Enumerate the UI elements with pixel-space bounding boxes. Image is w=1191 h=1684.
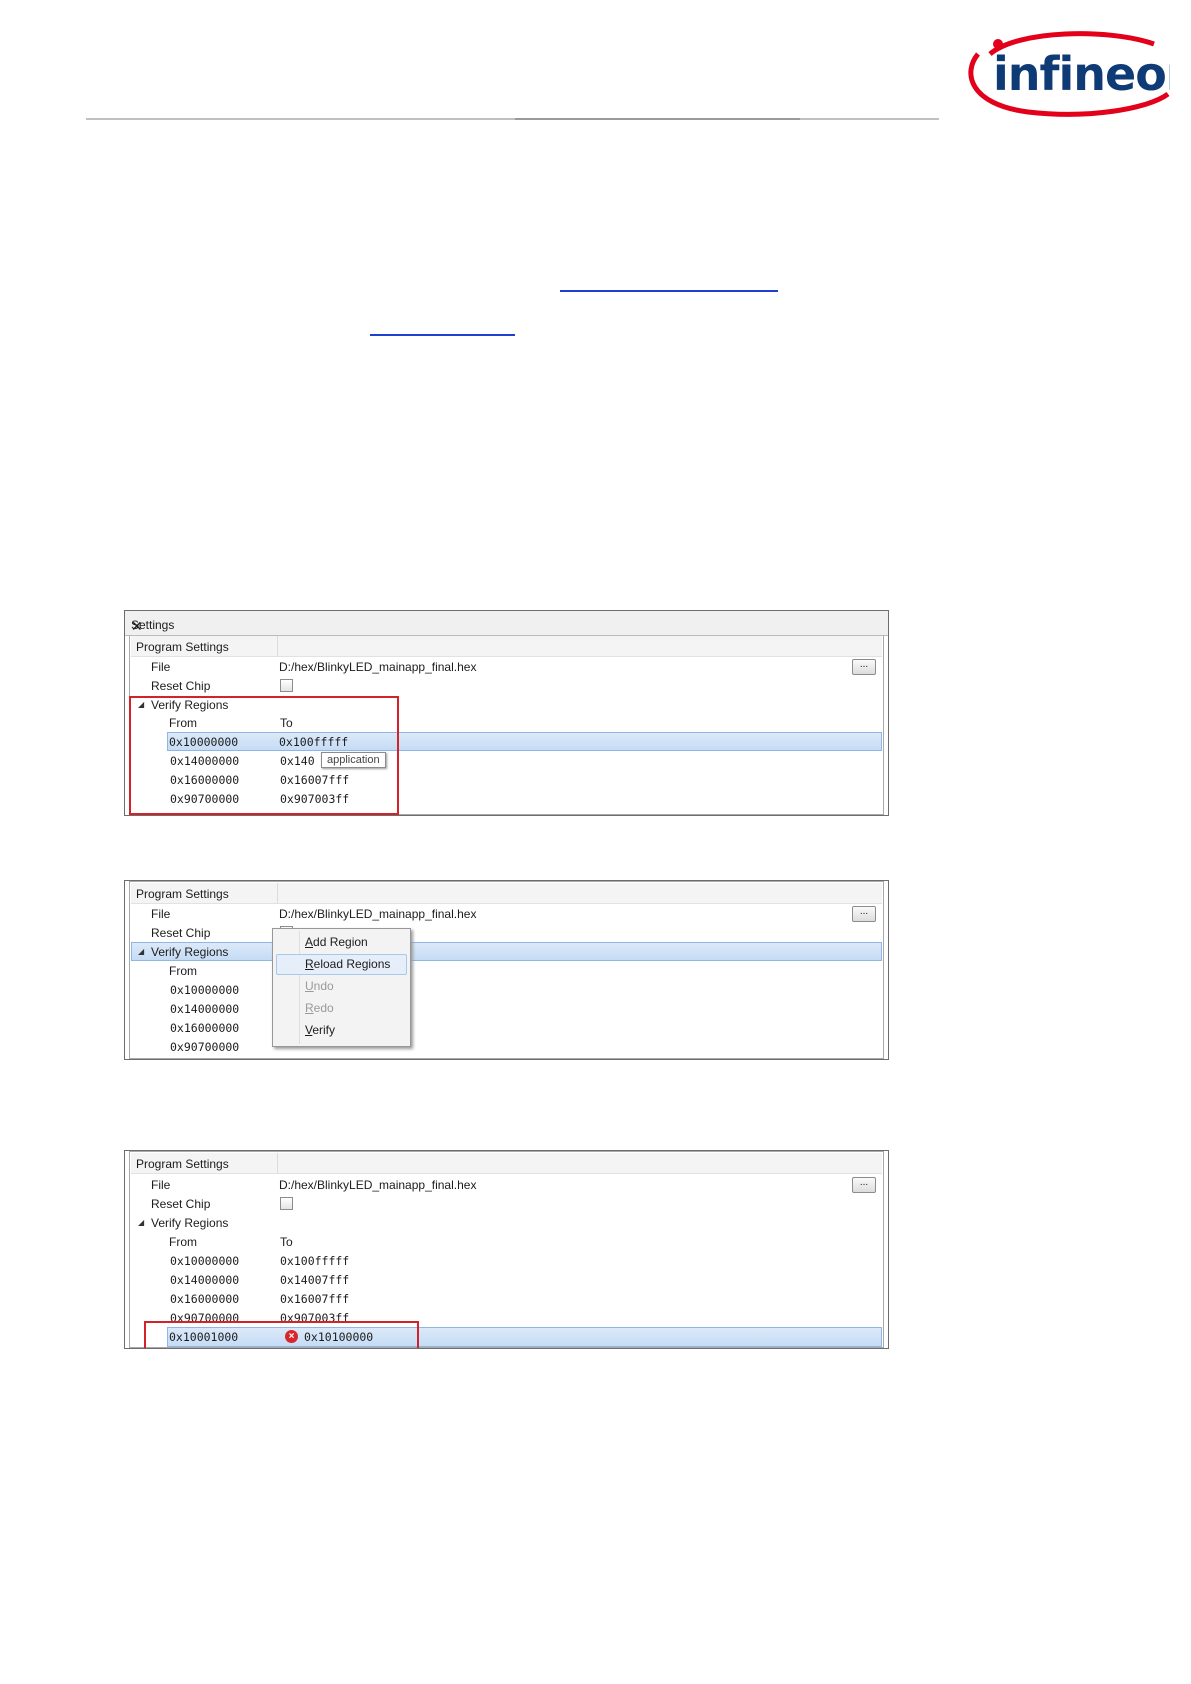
file-row: File D:/hex/BlinkyLED_mainapp_final.hex … xyxy=(131,1175,882,1194)
settings-title-bar: Settings ✕ xyxy=(125,611,888,636)
region-row[interactable]: 0x14000000 0x14007fff xyxy=(131,1270,882,1289)
menu-item-undo[interactable]: Undo xyxy=(305,979,334,993)
section-title: Program Settings xyxy=(136,640,229,654)
program-settings-header: Program Settings xyxy=(131,636,882,657)
collapse-triangle-icon[interactable]: ◢ xyxy=(138,947,144,956)
reset-chip-checkbox[interactable] xyxy=(280,1197,293,1210)
browse-button[interactable]: ... xyxy=(852,1177,876,1193)
file-path[interactable]: D:/hex/BlinkyLED_mainapp_final.hex xyxy=(279,660,476,674)
reset-chip-label: Reset Chip xyxy=(151,679,211,693)
region-from[interactable]: 0x14000000 xyxy=(170,1002,239,1016)
program-settings-header: Program Settings xyxy=(131,1153,882,1174)
reset-chip-row: Reset Chip xyxy=(131,923,882,942)
region-row[interactable]: 0x10000000 0x100fffff xyxy=(131,1251,882,1270)
region-to[interactable]: 0x100fffff xyxy=(280,1254,349,1268)
file-row: File D:/hex/BlinkyLED_mainapp_final.hex … xyxy=(131,904,882,923)
from-header: From xyxy=(169,964,197,978)
file-label: File xyxy=(151,660,171,674)
region-row[interactable]: 0x14000000 xyxy=(131,999,882,1018)
highlight-box xyxy=(144,1321,419,1348)
logo-text: infineon xyxy=(993,47,1170,101)
section-title: Program Settings xyxy=(136,1157,229,1171)
hyperlink-underline-1[interactable] xyxy=(560,290,778,292)
highlight-box xyxy=(129,696,399,815)
region-row[interactable]: 0x90700000 xyxy=(131,1037,882,1056)
section-title: Program Settings xyxy=(136,887,229,901)
regions-header-row: From To xyxy=(131,1232,882,1251)
region-to[interactable]: 0x14007fff xyxy=(280,1273,349,1287)
settings-panel-2: Program Settings File D:/hex/BlinkyLED_m… xyxy=(124,880,889,1060)
region-from[interactable]: 0x10000000 xyxy=(170,1254,239,1268)
reset-chip-checkbox[interactable] xyxy=(280,679,293,692)
file-path[interactable]: D:/hex/BlinkyLED_mainapp_final.hex xyxy=(279,907,476,921)
infineon-logo: infineon xyxy=(968,31,1170,117)
region-from[interactable]: 0x90700000 xyxy=(170,1040,239,1054)
verify-regions-row-selected[interactable]: ◢ Verify Regions xyxy=(131,942,882,961)
reset-chip-row: Reset Chip xyxy=(131,676,882,695)
menu-item-add-region[interactable]: Add Region xyxy=(305,935,368,949)
browse-button[interactable]: ... xyxy=(852,659,876,675)
file-row: File D:/hex/BlinkyLED_mainapp_final.hex … xyxy=(131,657,882,676)
region-row[interactable]: 0x16000000 0x16007fff xyxy=(131,1289,882,1308)
to-header: To xyxy=(280,1235,293,1249)
context-menu: Add Region Reload Regions Undo Redo Veri… xyxy=(272,928,411,1047)
browse-button[interactable]: ... xyxy=(852,906,876,922)
region-from[interactable]: 0x14000000 xyxy=(170,1273,239,1287)
verify-regions-row[interactable]: ◢ Verify Regions xyxy=(131,1213,882,1232)
region-from[interactable]: 0x16000000 xyxy=(170,1021,239,1035)
regions-header-row: From xyxy=(131,961,882,980)
menu-item-redo[interactable]: Redo xyxy=(305,1001,334,1015)
region-from[interactable]: 0x10000000 xyxy=(170,983,239,997)
reset-chip-label: Reset Chip xyxy=(151,926,211,940)
region-to[interactable]: 0x16007fff xyxy=(280,1292,349,1306)
header-rule xyxy=(86,118,939,120)
region-row[interactable]: 0x16000000 xyxy=(131,1018,882,1037)
region-row[interactable]: 0x10000000 xyxy=(131,980,882,999)
menu-item-verify[interactable]: Verify xyxy=(305,1023,335,1037)
menu-item-reload-regions[interactable]: Reload Regions xyxy=(305,957,390,971)
collapse-triangle-icon[interactable]: ◢ xyxy=(138,1218,144,1227)
hyperlink-underline-2[interactable] xyxy=(370,334,515,336)
close-icon[interactable]: ✕ xyxy=(131,618,882,635)
verify-regions-label: Verify Regions xyxy=(151,1216,229,1230)
reset-chip-label: Reset Chip xyxy=(151,1197,211,1211)
file-label: File xyxy=(151,907,171,921)
verify-regions-label: Verify Regions xyxy=(151,945,229,959)
file-path[interactable]: D:/hex/BlinkyLED_mainapp_final.hex xyxy=(279,1178,476,1192)
reset-chip-row: Reset Chip xyxy=(131,1194,882,1213)
settings-panel-3: Program Settings File D:/hex/BlinkyLED_m… xyxy=(124,1150,889,1349)
header-rule-accent xyxy=(515,118,800,120)
region-from[interactable]: 0x16000000 xyxy=(170,1292,239,1306)
from-header: From xyxy=(169,1235,197,1249)
program-settings-header: Program Settings xyxy=(131,883,882,904)
settings-panel-1: Settings ✕ Program Settings File D:/hex/… xyxy=(124,610,889,816)
file-label: File xyxy=(151,1178,171,1192)
